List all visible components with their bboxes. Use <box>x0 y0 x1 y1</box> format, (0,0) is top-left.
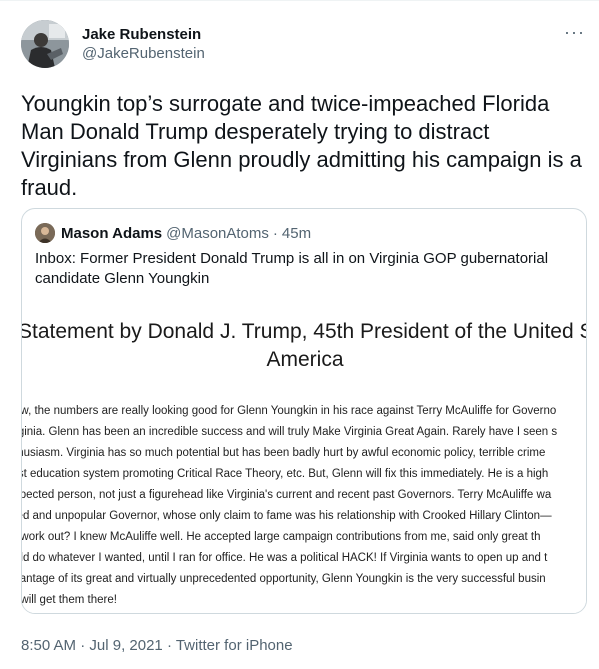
author-display-name[interactable]: Jake Rubenstein <box>82 26 205 44</box>
statement-line: spected person, not just a figurehead li… <box>22 489 552 501</box>
statement-line: uld do whatever I wanted, until I ran fo… <box>22 552 548 564</box>
statement-line: vantage of its great and virtually unpre… <box>22 573 546 585</box>
quoted-author-display-name: Mason Adams <box>61 224 163 242</box>
author-avatar[interactable] <box>21 20 69 68</box>
tweet-metadata: 8:50 AM · Jul 9, 2021 · Twitter for iPho… <box>21 637 293 654</box>
tweet-source-link[interactable]: Twitter for iPhone <box>176 637 293 654</box>
quoted-author-avatar <box>35 223 55 243</box>
tweet-text: Youngkin top’s surrogate and twice-impea… <box>21 91 582 200</box>
statement-image[interactable]: Statement by Donald J. Trump, 45th Presi… <box>22 295 587 613</box>
quoted-tweet-text: Inbox: Former President Donald Trump is … <box>35 250 549 287</box>
profile-photo-icon <box>21 20 69 68</box>
statement-line: thusiasm. Virginia has so much potential… <box>22 447 546 459</box>
statement-line: rginia. Glenn has been an incredible suc… <box>22 426 558 438</box>
statement-line: t work out? I knew McAuliffe well. He ac… <box>22 531 541 543</box>
statement-body: ow, the numbers are really looking good … <box>22 401 586 611</box>
separator-dot: · <box>272 224 278 242</box>
quoted-tweet-header: Mason Adams @MasonAtoms · 45m <box>35 222 311 244</box>
statement-line: t will get them there! <box>22 594 117 606</box>
more-options-icon[interactable]: ··· <box>564 22 585 43</box>
quoted-author-handle: @MasonAtoms <box>166 224 269 242</box>
author-names: Jake Rubenstein @JakeRubenstein <box>82 26 205 64</box>
separator-dot: · <box>76 637 90 654</box>
tweet-card: Jake Rubenstein @JakeRubenstein ··· Youn… <box>0 0 599 669</box>
tweet-date-link[interactable]: Jul 9, 2021 <box>89 637 162 654</box>
author-handle[interactable]: @JakeRubenstein <box>82 44 205 64</box>
quoted-profile-photo-icon <box>35 223 55 243</box>
quoted-tweet[interactable]: Mason Adams @MasonAtoms · 45m Inbox: For… <box>21 208 587 614</box>
statement-line: ow, the numbers are really looking good … <box>22 405 557 417</box>
statement-line: rst education system promoting Critical … <box>22 468 549 480</box>
statement-line: led and unpopular Governor, whose only c… <box>22 510 552 522</box>
tweet-time-link[interactable]: 8:50 AM <box>21 637 76 654</box>
quoted-tweet-time: 45m <box>281 224 312 242</box>
statement-title-line-1: Statement by Donald J. Trump, 45th Presi… <box>22 320 587 343</box>
statement-title-line-2: America <box>266 348 344 371</box>
divider <box>0 0 599 1</box>
separator-dot: · <box>162 637 176 654</box>
